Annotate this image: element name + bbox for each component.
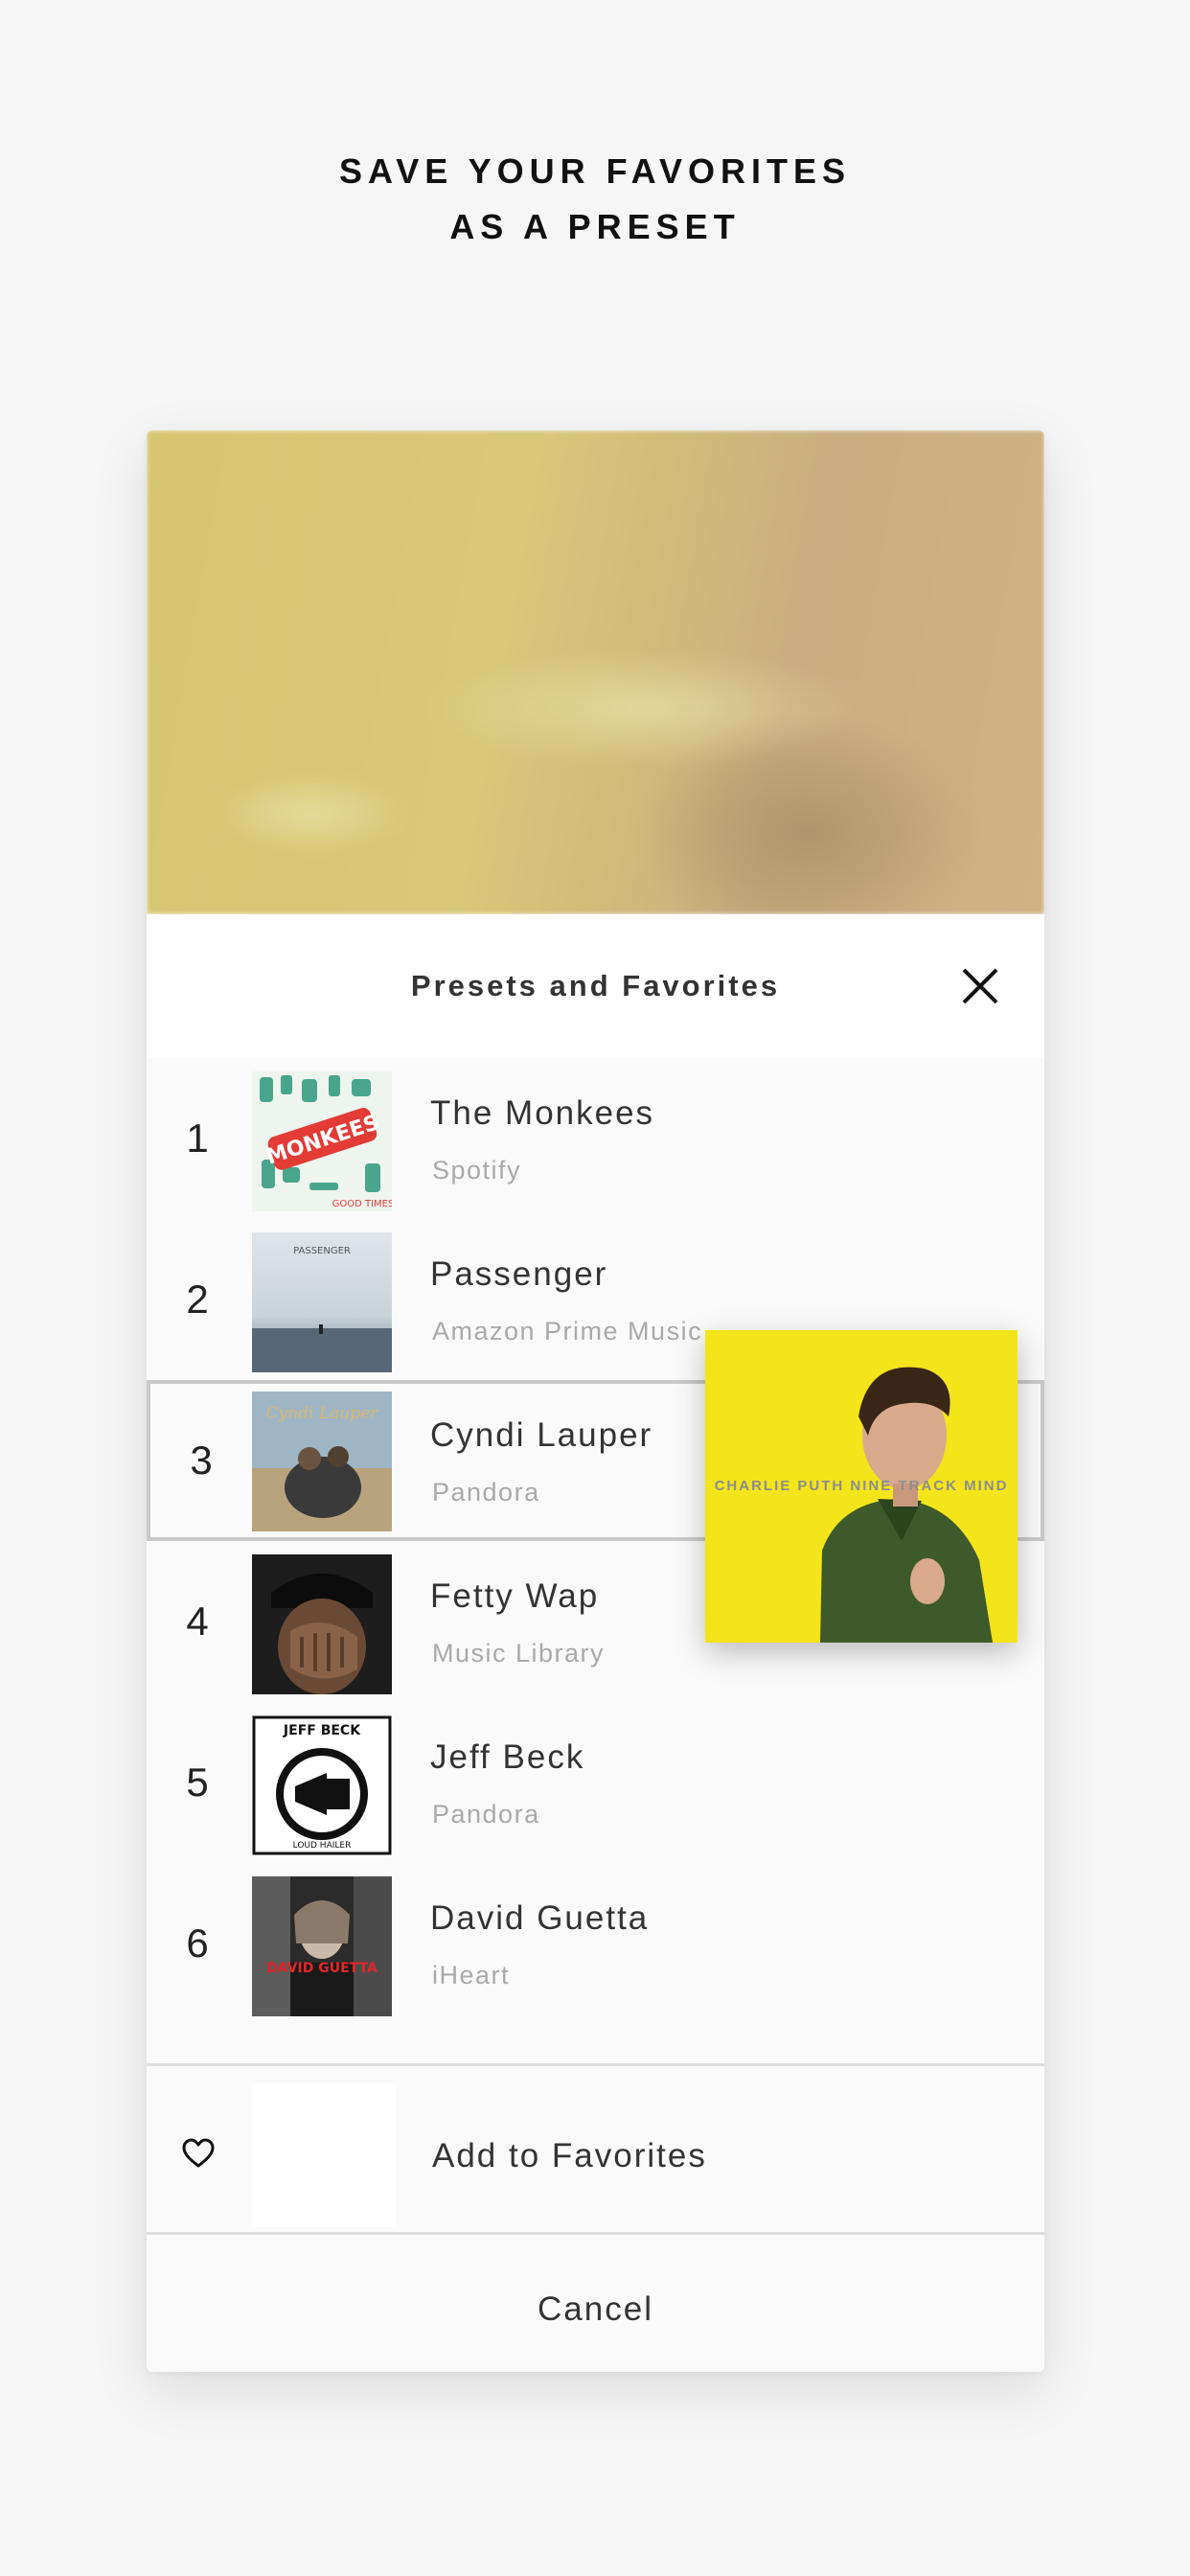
preset-title: David Guetta bbox=[430, 1899, 650, 1937]
album-art-fetty-wap bbox=[252, 1554, 392, 1694]
album-art-passenger: PASSENGER bbox=[252, 1232, 392, 1372]
blurred-background bbox=[147, 430, 1044, 914]
preset-title: Cyndi Lauper bbox=[430, 1416, 653, 1454]
headline-line-2: AS A PRESET bbox=[449, 207, 741, 246]
cancel-button[interactable]: Cancel bbox=[147, 2238, 1044, 2372]
album-art-jeff-beck: JEFF BECK LOUD HAILER bbox=[252, 1715, 392, 1855]
album-art-monkees: MONKEES GOOD TIMES! bbox=[252, 1071, 392, 1211]
close-button[interactable] bbox=[956, 962, 1004, 1010]
preset-number: 3 bbox=[190, 1438, 213, 1483]
preset-source: Amazon Prime Music bbox=[432, 1317, 703, 1346]
preset-title: Fetty Wap bbox=[430, 1577, 600, 1615]
monkees-sub-text: GOOD TIMES! bbox=[332, 1199, 392, 1209]
sheet-header: Presets and Favorites bbox=[147, 914, 1044, 1058]
preset-number: 4 bbox=[186, 1598, 209, 1644]
divider bbox=[147, 2063, 1044, 2066]
preset-source: iHeart bbox=[432, 1961, 511, 1990]
guetta-art-text: DAVID GUETTA bbox=[266, 1961, 378, 1976]
preset-row-5[interactable]: 5 JEFF BECK LOUD HAILER Jeff Beck Pandor… bbox=[147, 1702, 1044, 1863]
page: SAVE YOUR FAVORITES AS A PRESET Presets … bbox=[0, 0, 1190, 2576]
preset-source: Music Library bbox=[432, 1639, 606, 1668]
close-icon bbox=[962, 968, 998, 1004]
preset-row-1[interactable]: 1 MONKEES GOOD TIMES! The Monkees Spotif… bbox=[147, 1058, 1044, 1219]
cyndi-art-text: Cyndi Lauper bbox=[266, 1404, 379, 1423]
preset-number: 1 bbox=[186, 1116, 209, 1161]
preset-number: 2 bbox=[186, 1276, 209, 1322]
sheet-title: Presets and Favorites bbox=[410, 969, 781, 1002]
add-to-favorites-label: Add to Favorites bbox=[432, 2137, 707, 2174]
divider bbox=[147, 2232, 1044, 2235]
dragging-album-text: CHARLIE PUTH NINE TRACK MIND bbox=[714, 1478, 1009, 1494]
preset-title: Jeff Beck bbox=[430, 1738, 585, 1776]
preset-source: Pandora bbox=[432, 1478, 540, 1506]
preset-source: Pandora bbox=[432, 1800, 540, 1828]
jeffbeck-art-text: JEFF BECK bbox=[283, 1723, 361, 1738]
preset-title: Passenger bbox=[430, 1255, 608, 1293]
preset-title: The Monkees bbox=[430, 1094, 655, 1132]
album-art-cyndi-lauper: Cyndi Lauper bbox=[252, 1392, 392, 1531]
heart-icon bbox=[182, 2138, 215, 2168]
preset-number: 5 bbox=[186, 1760, 209, 1805]
dragging-album-art[interactable]: CHARLIE PUTH NINE TRACK MIND bbox=[705, 1330, 1018, 1643]
headline-line-1: SAVE YOUR FAVORITES bbox=[338, 151, 852, 191]
jeffbeck-sub-text: LOUD HAILER bbox=[293, 1841, 352, 1851]
album-art-david-guetta: DAVID GUETTA bbox=[252, 1876, 392, 2016]
preset-number: 6 bbox=[186, 1920, 209, 1966]
headline: SAVE YOUR FAVORITES AS A PRESET bbox=[0, 144, 1190, 255]
preset-row-6[interactable]: 6 DAVID GUETTA David Guetta iHeart bbox=[147, 1863, 1044, 2024]
preset-source: Spotify bbox=[432, 1156, 522, 1184]
passenger-art-text: PASSENGER bbox=[293, 1246, 351, 1256]
favorites-art-placeholder bbox=[252, 2083, 396, 2227]
add-to-favorites-button[interactable]: Add to Favorites bbox=[147, 2072, 1044, 2235]
